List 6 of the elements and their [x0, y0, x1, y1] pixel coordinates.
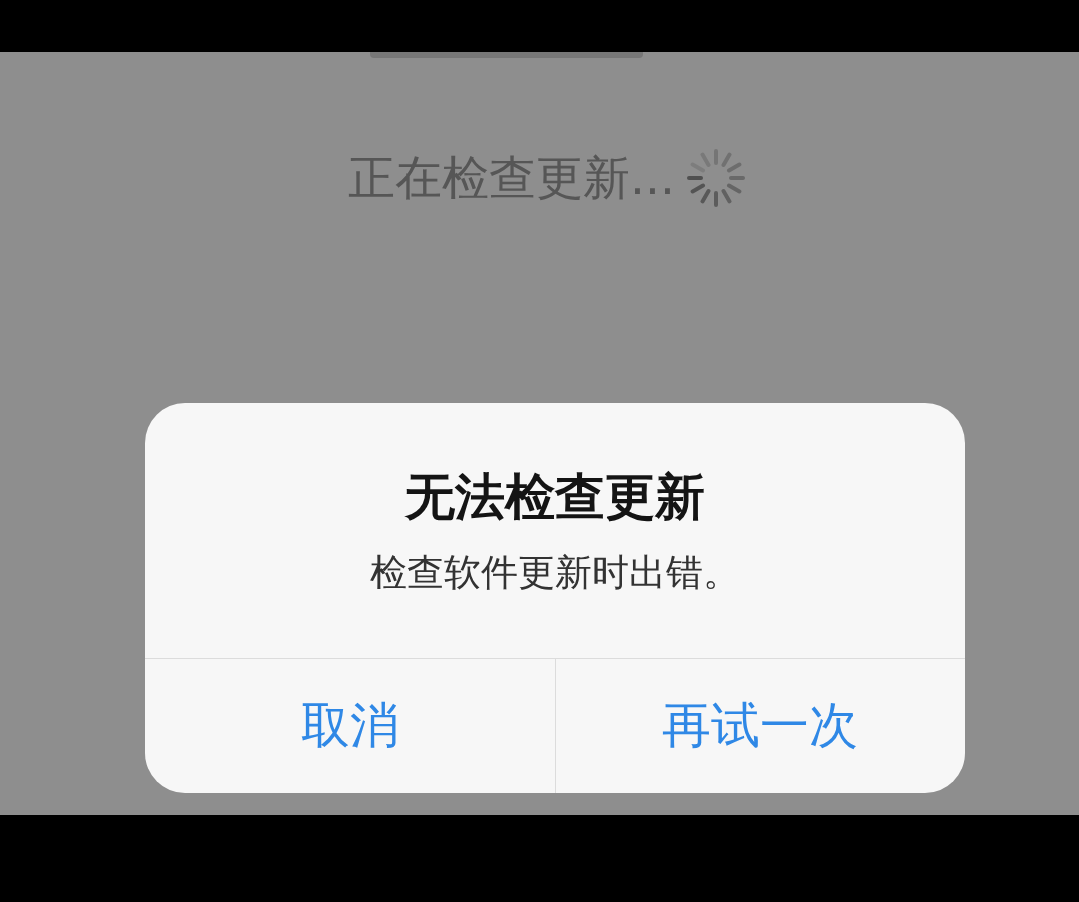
spinner-icon — [686, 149, 745, 207]
alert-title: 无法检查更新 — [405, 467, 705, 527]
alert-button[interactable]: 再试一次 — [554, 659, 965, 793]
alert-message: 检查软件更新时出错。 — [370, 550, 740, 596]
alert-button[interactable]: 取消 — [145, 659, 555, 793]
status-text: 正在检查更新... — [348, 149, 675, 207]
